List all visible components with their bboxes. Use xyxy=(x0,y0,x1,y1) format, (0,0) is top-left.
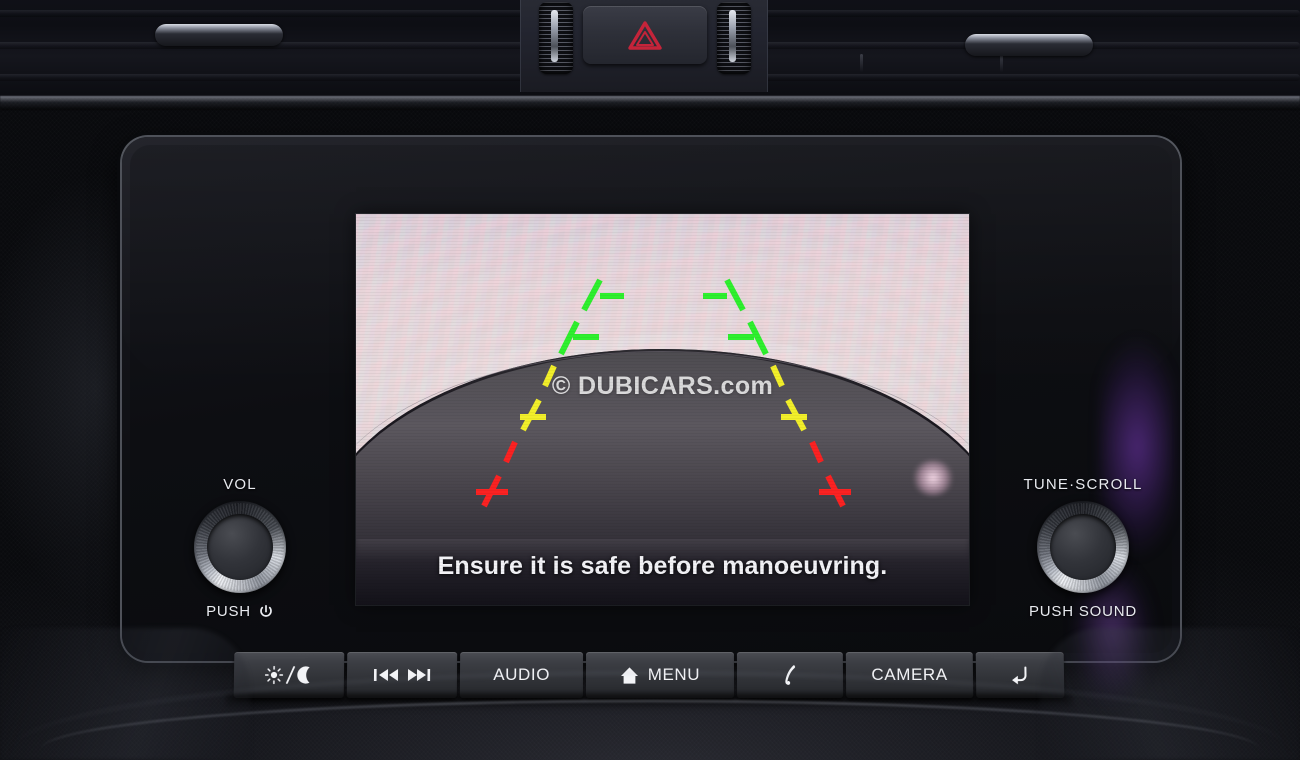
volume-knob-group: VOL PUSH xyxy=(165,476,315,620)
dubicars-watermark: © DUBICARS.com xyxy=(551,372,774,400)
tune-scroll-knob-sublabel-row: PUSH SOUND xyxy=(1008,603,1158,620)
back-arrow-icon xyxy=(1011,666,1027,685)
vent-fin xyxy=(1000,54,1003,72)
guide-right-red xyxy=(809,440,851,508)
right-vent-thumbwheel[interactable] xyxy=(717,2,751,74)
sun-moon-icon xyxy=(264,666,310,684)
hazard-button-housing xyxy=(520,0,768,92)
right-vent-direction-slider[interactable] xyxy=(965,34,1093,56)
hazard-triangle-icon xyxy=(628,21,662,50)
volume-push-label: PUSH xyxy=(206,603,251,620)
infotainment-screenshot: © DUBICARS.com Ensure it is safe before … xyxy=(0,0,1300,760)
knob-face xyxy=(1050,514,1116,580)
power-icon xyxy=(260,604,272,617)
push-sound-label: PUSH SOUND xyxy=(1028,603,1137,620)
hazard-lights-button[interactable] xyxy=(583,6,707,64)
air-vent-band xyxy=(0,0,1300,98)
vent-fin xyxy=(860,54,863,72)
knob-face xyxy=(207,514,273,580)
tune-scroll-knob[interactable] xyxy=(1037,501,1129,593)
camera-warning-strip: Ensure it is safe before manoeuvring. xyxy=(356,539,969,605)
volume-knob[interactable] xyxy=(194,501,286,593)
tune-scroll-knob-group: TUNE·SCROLL PUSH SOUND xyxy=(1008,476,1158,620)
guide-left-green xyxy=(558,278,624,356)
guide-left-red xyxy=(476,440,518,508)
camera-warning-text: Ensure it is safe before manoeuvring. xyxy=(437,551,888,580)
guide-right-green xyxy=(703,278,769,356)
volume-knob-sublabel-row: PUSH xyxy=(165,603,315,620)
tune-scroll-knob-label: TUNE·SCROLL xyxy=(1023,476,1143,493)
lcd-display[interactable]: © DUBICARS.com Ensure it is safe before … xyxy=(356,214,969,605)
left-vent-thumbwheel[interactable] xyxy=(539,2,573,74)
left-vent-direction-slider[interactable] xyxy=(155,24,283,46)
dashboard-chrome-trim xyxy=(0,96,1300,110)
volume-knob-label: VOL xyxy=(223,476,257,493)
